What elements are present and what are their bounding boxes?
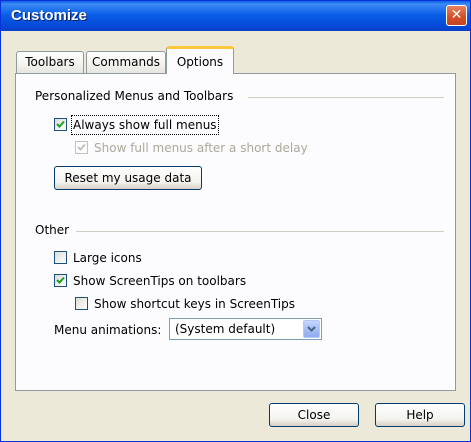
checkmark-icon <box>56 276 65 284</box>
other-separator <box>76 231 444 232</box>
chevron-down-icon <box>307 326 316 332</box>
options-panel: Personalized Menus and Toolbars Always s… <box>15 73 456 391</box>
always-show-full-menus-box[interactable] <box>54 118 67 131</box>
menu-animations-value: (System default) <box>175 322 276 336</box>
other-heading: Other <box>35 223 76 237</box>
title-bar[interactable]: Customize ✕ <box>1 1 470 31</box>
always-show-full-menus-label: Always show full menus <box>71 115 219 135</box>
dropdown-arrow-button[interactable] <box>303 320 320 338</box>
tab-commands[interactable]: Commands <box>86 51 166 73</box>
show-screentips-label: Show ScreenTips on toolbars <box>73 274 247 288</box>
show-after-delay-label: Show full menus after a short delay <box>94 141 308 155</box>
tab-options[interactable]: Options <box>166 46 234 74</box>
show-after-delay-box <box>75 141 88 154</box>
checkmark-icon <box>56 120 65 128</box>
customize-dialog: Customize ✕ Toolbars Commands Options Pe… <box>0 0 471 442</box>
large-icons-label: Large icons <box>73 251 142 265</box>
reset-usage-data-button[interactable]: Reset my usage data <box>54 166 202 190</box>
checkmark-icon <box>77 143 86 151</box>
help-button[interactable]: Help <box>375 403 465 427</box>
reset-usage-data-label: Reset my usage data <box>64 171 192 185</box>
tab-options-label: Options <box>176 55 224 69</box>
tab-toolbars-label: Toolbars <box>25 55 75 69</box>
personalized-heading: Personalized Menus and Toolbars <box>35 89 240 103</box>
show-screentips-box[interactable] <box>54 274 67 287</box>
window-title: Customize <box>11 7 87 24</box>
help-button-label: Help <box>406 408 434 422</box>
large-icons-box[interactable] <box>54 251 67 264</box>
show-shortcut-keys-label: Show shortcut keys in ScreenTips <box>94 297 295 311</box>
menu-animations-select[interactable]: (System default) <box>169 318 322 340</box>
menu-animations-label: Menu animations: <box>54 323 162 337</box>
tab-commands-label: Commands <box>92 55 160 69</box>
tab-toolbars[interactable]: Toolbars <box>16 51 84 73</box>
personalized-separator <box>248 97 444 98</box>
show-shortcut-keys-box[interactable] <box>75 297 88 310</box>
close-button[interactable]: Close <box>269 403 359 427</box>
close-button-label: Close <box>297 408 331 422</box>
close-window-button[interactable]: ✕ <box>446 5 467 26</box>
close-icon: ✕ <box>450 7 463 23</box>
